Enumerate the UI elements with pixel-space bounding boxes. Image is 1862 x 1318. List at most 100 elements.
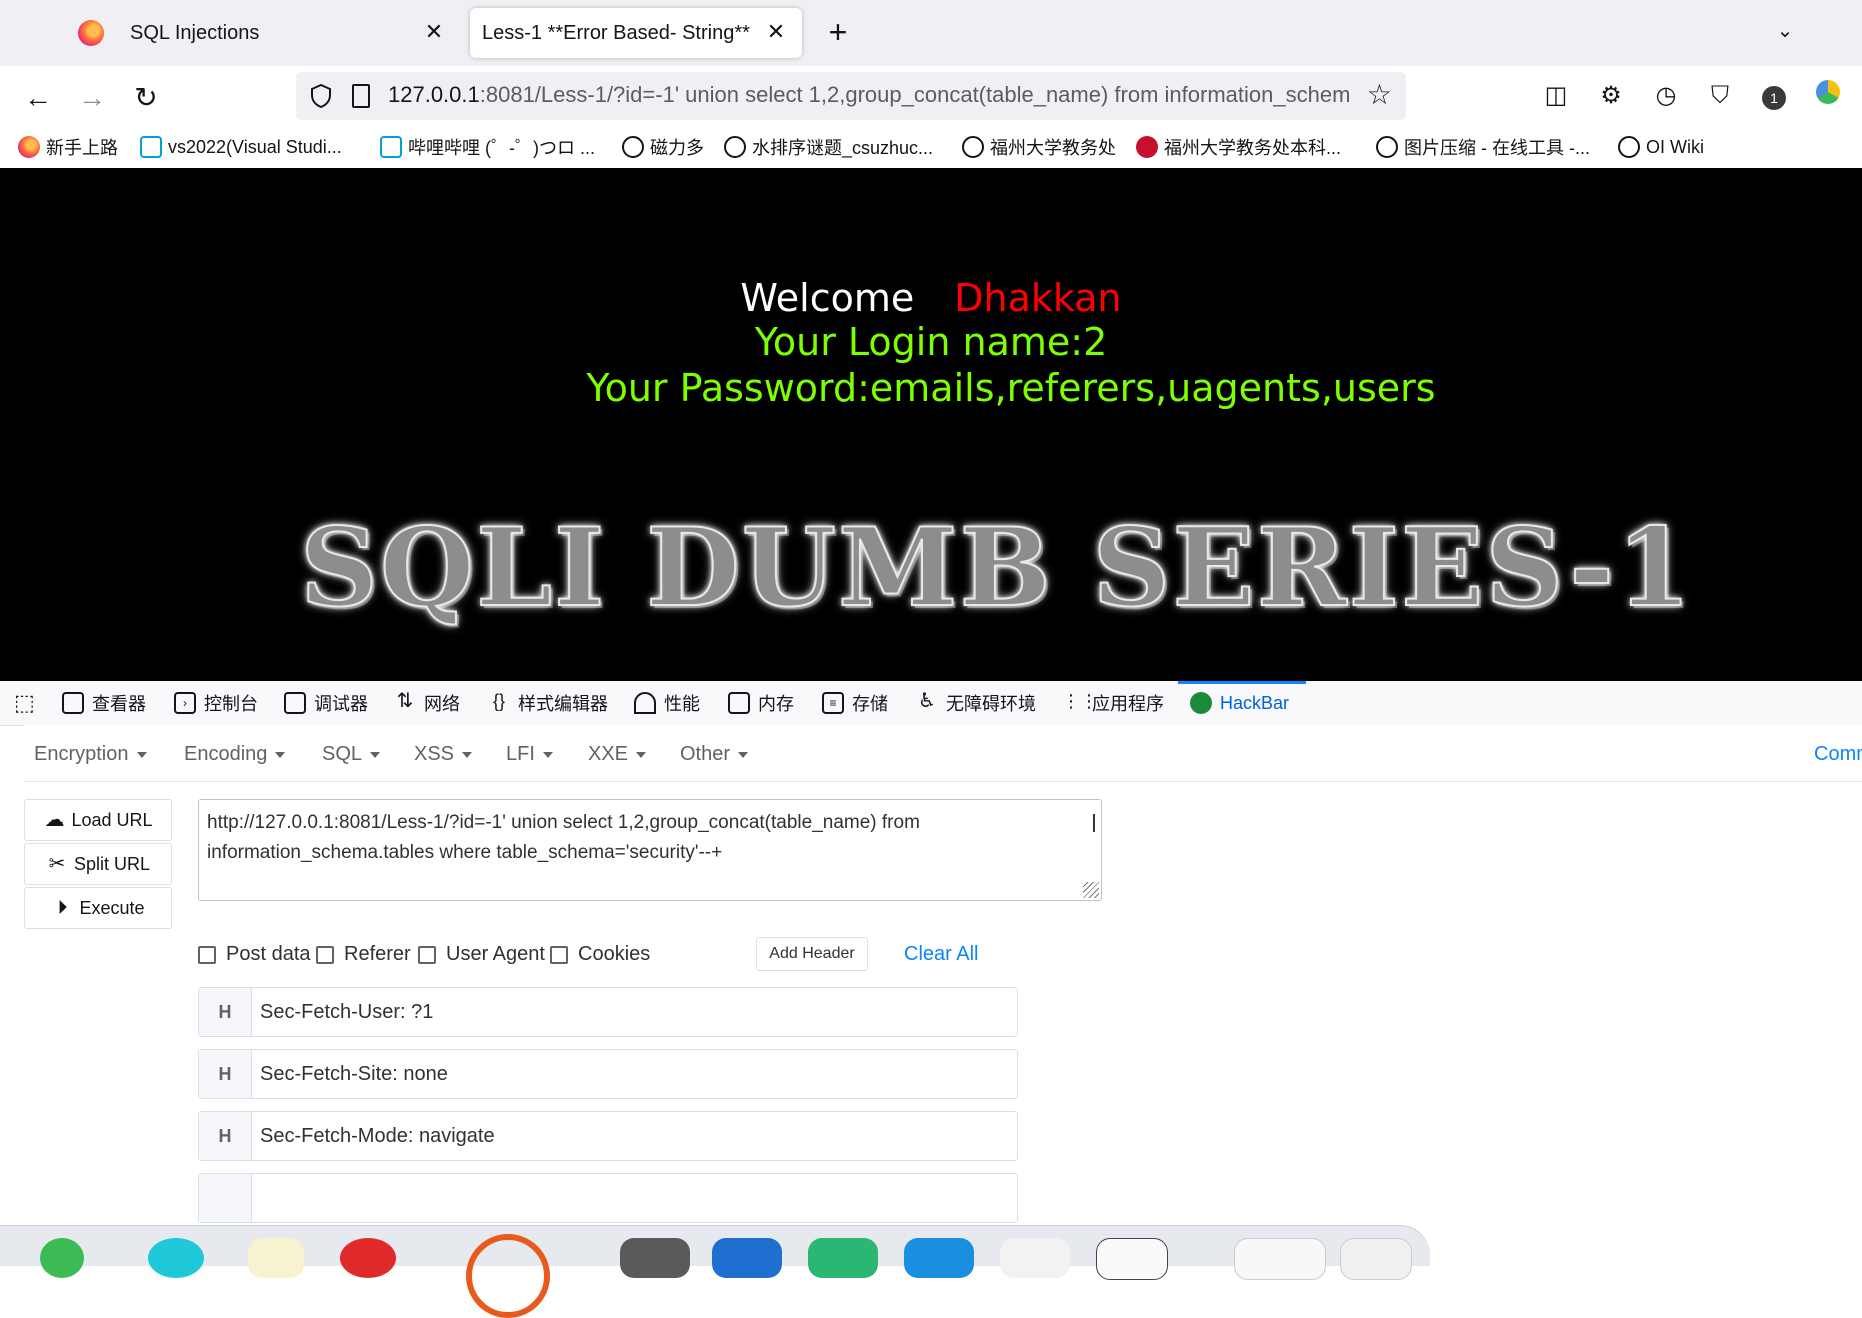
- history-icon[interactable]: ◷: [1650, 80, 1682, 112]
- referer-checkbox[interactable]: Referer: [316, 943, 411, 966]
- execute-button[interactable]: ⏵ Execute: [24, 887, 172, 929]
- cookies-checkbox[interactable]: Cookies: [550, 943, 650, 966]
- menu-xxe[interactable]: XXE: [588, 743, 647, 766]
- bookmark-item[interactable]: vs2022(Visual Studi...: [140, 134, 342, 160]
- header-input[interactable]: Sec-Fetch-Mode: navigate: [252, 1112, 1017, 1160]
- sqli-banner: SQLI DUMB SERIES-1: [299, 507, 1790, 629]
- menu-sql[interactable]: SQL: [322, 743, 381, 766]
- close-icon[interactable]: ✕: [422, 20, 446, 44]
- globe-icon: [1376, 136, 1398, 158]
- reload-button[interactable]: ↻: [128, 80, 164, 116]
- app-icon[interactable]: [340, 1238, 396, 1278]
- menu-label: XXE: [588, 743, 629, 765]
- menu-xss[interactable]: XSS: [414, 743, 473, 766]
- tab-inspector[interactable]: 查看器: [62, 689, 146, 717]
- account-badge-icon[interactable]: 1: [1758, 80, 1790, 112]
- new-tab-button[interactable]: +: [820, 14, 856, 50]
- page-icon[interactable]: [352, 84, 370, 108]
- app-icon[interactable]: [620, 1238, 690, 1278]
- clear-all-button[interactable]: Clear All: [904, 943, 978, 966]
- shield-icon[interactable]: [310, 84, 332, 108]
- checkbox-box[interactable]: [418, 945, 436, 964]
- header-input[interactable]: [252, 1174, 1017, 1222]
- bookmark-item[interactable]: 图片压缩 - 在线工具 -...: [1376, 134, 1590, 160]
- tab-style-editor[interactable]: {} 样式编辑器: [488, 689, 608, 717]
- firefox-icon: [78, 20, 104, 46]
- checkbox-label: Post data: [226, 943, 311, 965]
- pocket-icon[interactable]: ⛉: [1704, 80, 1736, 112]
- window-thumbnail[interactable]: [1340, 1238, 1412, 1280]
- chevron-down-icon[interactable]: ⌄: [1770, 18, 1800, 48]
- header-row[interactable]: [198, 1173, 1018, 1223]
- menu-commands[interactable]: Comm: [1814, 743, 1862, 766]
- header-row[interactable]: H Sec-Fetch-User: ?1: [198, 987, 1018, 1037]
- checkbox-label: Cookies: [578, 943, 651, 965]
- pick-element-icon[interactable]: ⬚: [14, 689, 35, 717]
- add-header-button[interactable]: Add Header: [756, 937, 868, 971]
- menu-encryption[interactable]: Encryption: [34, 743, 147, 766]
- app-icon[interactable]: [1000, 1238, 1070, 1278]
- extension-icon[interactable]: [1812, 80, 1844, 112]
- menu-other[interactable]: Other: [680, 743, 749, 766]
- tab-memory[interactable]: 内存: [728, 689, 794, 717]
- menu-label: SQL: [322, 743, 363, 765]
- bookmark-item[interactable]: 福州大学教务处: [962, 134, 1116, 160]
- resize-grip[interactable]: [1083, 882, 1099, 898]
- button-label: Load URL: [71, 809, 153, 830]
- url-textarea[interactable]: http://127.0.0.1:8081/Less-1/?id=-1' uni…: [198, 799, 1102, 901]
- app-icon[interactable]: [1096, 1238, 1168, 1280]
- header-row[interactable]: H Sec-Fetch-Site: none: [198, 1049, 1018, 1099]
- app-icon[interactable]: [904, 1238, 974, 1278]
- bookmark-item[interactable]: 磁力多: [622, 134, 704, 160]
- bookmark-item[interactable]: 福州大学教务处本科...: [1136, 134, 1341, 160]
- menu-lfi[interactable]: LFI: [506, 743, 553, 766]
- bookmark-item[interactable]: 水排序谜题_csuzhuc...: [724, 134, 933, 160]
- bookmark-item[interactable]: 哔哩哔哩 (゜-゜)つロ ...: [380, 134, 595, 160]
- header-row[interactable]: H Sec-Fetch-Mode: navigate: [198, 1111, 1018, 1161]
- tab-hackbar[interactable]: HackBar: [1190, 689, 1289, 717]
- header-input[interactable]: Sec-Fetch-Site: none: [252, 1050, 1017, 1098]
- tab-sql-injections[interactable]: SQL Injections ✕: [130, 8, 460, 58]
- devtools-tab-label: 控制台: [204, 694, 258, 714]
- url-text[interactable]: 127.0.0.1:8081/Less-1/?id=-1' union sele…: [388, 82, 1358, 108]
- globe-icon: [962, 136, 984, 158]
- bookmark-star-icon[interactable]: ☆: [1367, 78, 1392, 111]
- url-bar[interactable]: 127.0.0.1:8081/Less-1/?id=-1' union sele…: [296, 72, 1406, 120]
- window-thumbnail[interactable]: [1234, 1238, 1326, 1280]
- forward-button[interactable]: →: [74, 80, 110, 116]
- app-icon[interactable]: [148, 1238, 204, 1278]
- tab-storage[interactable]: ≡ 存储: [822, 689, 888, 717]
- application-icon: ⋮⋮: [1062, 691, 1098, 711]
- tab-network[interactable]: ⇅ 网络: [394, 689, 460, 717]
- app-icon[interactable]: [712, 1238, 782, 1278]
- devtools-tab-label: HackBar: [1220, 692, 1290, 713]
- no-sign-icon[interactable]: [466, 1234, 550, 1318]
- tab-accessibility[interactable]: ♿ 无障碍环境: [916, 689, 1036, 717]
- gear-icon[interactable]: ⚙: [1595, 80, 1627, 112]
- app-icon[interactable]: [40, 1238, 84, 1278]
- checkbox-box[interactable]: [550, 945, 568, 964]
- back-button[interactable]: ←: [20, 80, 56, 116]
- tab-application[interactable]: ⋮⋮ 应用程序: [1062, 689, 1164, 717]
- bookmark-item[interactable]: OI Wiki: [1618, 134, 1704, 160]
- tab-debugger[interactable]: 调试器: [284, 689, 368, 717]
- app-icon[interactable]: [808, 1238, 878, 1278]
- tab-performance[interactable]: 性能: [634, 689, 700, 717]
- split-url-button[interactable]: ✂ Split URL: [24, 843, 172, 885]
- close-icon[interactable]: ✕: [764, 20, 788, 44]
- bookmark-label: vs2022(Visual Studi...: [168, 136, 342, 157]
- tab-console[interactable]: › 控制台: [174, 689, 258, 717]
- tab-less-1[interactable]: Less-1 **Error Based- String** ✕: [470, 8, 802, 58]
- checkbox-box[interactable]: [316, 945, 334, 964]
- post-data-checkbox[interactable]: Post data: [198, 943, 311, 966]
- header-input[interactable]: Sec-Fetch-User: ?1: [252, 988, 1017, 1036]
- sidebar-icon[interactable]: ◫: [1540, 80, 1572, 112]
- menu-encoding[interactable]: Encoding: [184, 743, 286, 766]
- debugger-icon: [284, 692, 306, 714]
- app-icon[interactable]: [248, 1238, 304, 1278]
- bookmark-item[interactable]: 新手上路: [18, 134, 118, 160]
- load-url-button[interactable]: ☁ Load URL: [24, 799, 172, 841]
- accessibility-icon: ♿: [918, 690, 936, 712]
- checkbox-box[interactable]: [198, 945, 216, 964]
- user-agent-checkbox[interactable]: User Agent: [418, 943, 545, 966]
